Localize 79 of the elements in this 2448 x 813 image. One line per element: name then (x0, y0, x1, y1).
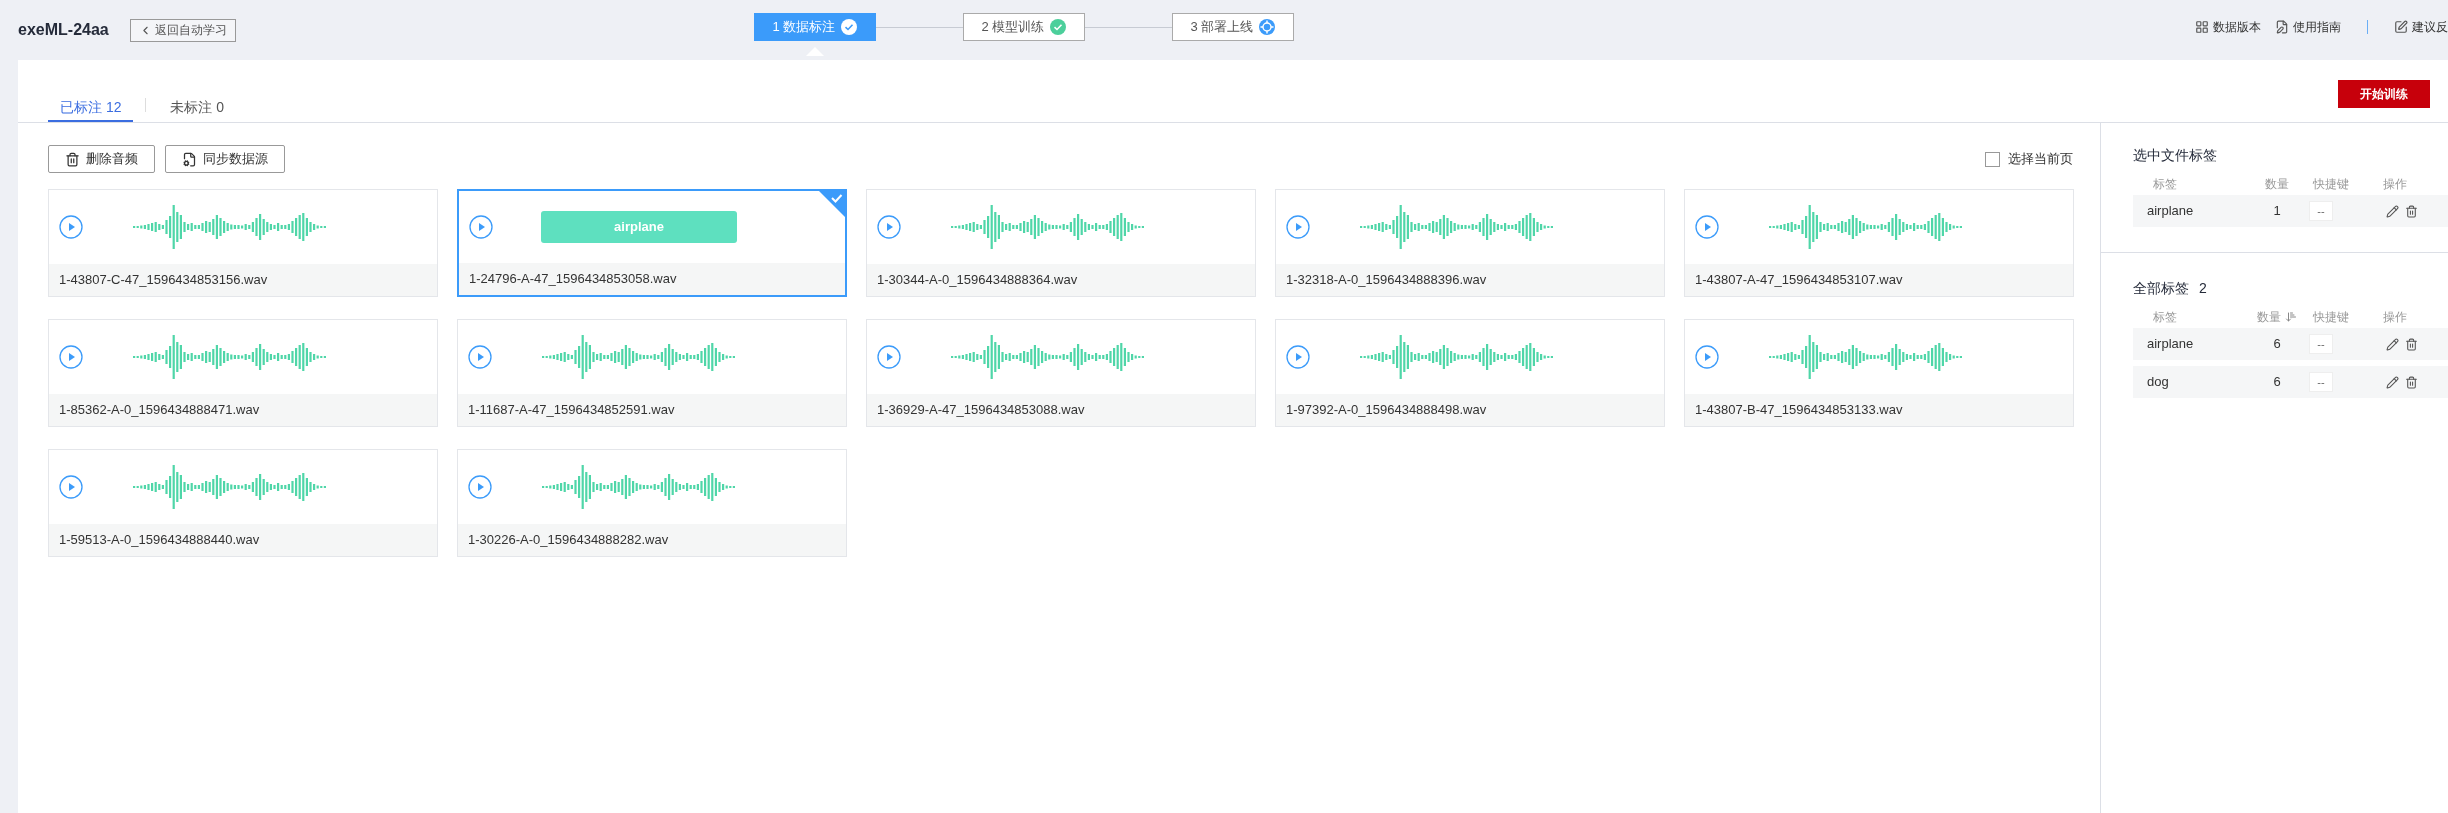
project-title: exeML-24aa (18, 20, 110, 40)
audio-card[interactable]: 1-30226-A-0_1596434888282.wav (457, 449, 847, 557)
play-icon[interactable] (469, 215, 493, 239)
label-quantity: 6 (2273, 335, 2281, 354)
play-icon[interactable] (877, 345, 901, 369)
shortcut-field[interactable]: -- (2309, 372, 2333, 392)
label-quantity: 6 (2273, 373, 2281, 392)
step-tab[interactable]: 2 模型训练 (963, 13, 1085, 41)
file-name: 1-97392-A-0_1596434888498.wav (1286, 401, 1487, 420)
edit-icon (2394, 20, 2408, 34)
audio-card[interactable]: airplane 1-24796-A-47_1596434853058.wav (457, 189, 847, 297)
play-icon[interactable] (59, 345, 83, 369)
audio-card[interactable]: 1-43807-A-47_1596434853107.wav (1684, 189, 2074, 297)
grid-icon (2195, 20, 2209, 34)
audio-card[interactable]: 1-59513-A-0_1596434888440.wav (48, 449, 438, 557)
play-icon[interactable] (468, 345, 492, 369)
play-icon[interactable] (1286, 215, 1310, 239)
selected-corner-icon (819, 191, 845, 217)
sort-icon[interactable] (2285, 311, 2297, 323)
label-count: 2 (2199, 279, 2207, 298)
checkbox[interactable] (1985, 151, 2000, 167)
play-icon[interactable] (59, 475, 83, 499)
check-icon (841, 19, 858, 35)
checkbox-label: 选择当前页 (2008, 150, 2073, 169)
delete-icon[interactable] (2405, 337, 2418, 351)
check-icon (1050, 19, 1067, 35)
target-icon (1259, 19, 1276, 35)
toolbar-button[interactable]: 删除音频 (48, 145, 155, 173)
file-name: 1-36929-A-47_1596434853088.wav (877, 401, 1085, 420)
shortcut-field[interactable]: -- (2309, 334, 2333, 354)
file-name: 1-43807-A-47_1596434853107.wav (1695, 271, 1903, 290)
play-icon[interactable] (468, 475, 492, 499)
label-tag: airplane (541, 211, 737, 243)
section-title: 选中文件标签 (2133, 146, 2217, 165)
edit-icon[interactable] (2386, 204, 2399, 218)
file-name: 1-43807-C-47_1596434853156.wav (59, 271, 268, 290)
delete-icon[interactable] (2405, 204, 2418, 218)
toolbar-button[interactable]: 同步数据源 (165, 145, 285, 173)
back-button[interactable]: 返回自动学习 (130, 18, 236, 42)
audio-card[interactable]: 1-32318-A-0_1596434888396.wav (1275, 189, 1665, 297)
label-name: airplane (2146, 202, 2194, 221)
header-link[interactable]: 数据版本 (2195, 18, 2261, 36)
file-name: 1-59513-A-0_1596434888440.wav (59, 531, 260, 550)
document-edit-icon (2275, 20, 2289, 34)
audio-card[interactable]: 1-30344-A-0_1596434888364.wav (866, 189, 1256, 297)
play-icon[interactable] (1695, 215, 1719, 239)
label-name: airplane (2146, 335, 2194, 354)
play-icon[interactable] (1695, 345, 1719, 369)
file-name: 1-85362-A-0_1596434888471.wav (59, 401, 260, 420)
play-icon[interactable] (59, 215, 83, 239)
edit-icon[interactable] (2386, 337, 2399, 351)
play-icon[interactable] (1286, 345, 1310, 369)
file-name: 1-11687-A-47_1596434852591.wav (468, 401, 675, 420)
section-title: 全部标签 (2133, 279, 2189, 298)
label-quantity: 1 (2273, 202, 2281, 221)
file-name: 1-43807-B-47_1596434853133.wav (1695, 401, 1903, 420)
trash-icon (65, 151, 80, 167)
tab[interactable]: 未标注 0 (158, 94, 237, 122)
edit-icon[interactable] (2386, 375, 2399, 389)
audio-card[interactable]: 1-11687-A-47_1596434852591.wav (457, 319, 847, 427)
shortcut-field[interactable]: -- (2309, 201, 2333, 221)
header-link[interactable]: 建议反 (2394, 18, 2448, 36)
label-name: dog (2146, 373, 2169, 392)
delete-icon[interactable] (2405, 375, 2418, 389)
header-link[interactable]: 使用指南 (2275, 18, 2341, 36)
document-sync-icon (182, 151, 197, 167)
file-name: 1-30226-A-0_1596434888282.wav (468, 531, 669, 550)
play-icon[interactable] (877, 215, 901, 239)
audio-card[interactable]: 1-97392-A-0_1596434888498.wav (1275, 319, 1665, 427)
tab[interactable]: 已标注 12 (48, 94, 134, 122)
file-name: 1-32318-A-0_1596434888396.wav (1286, 271, 1487, 290)
start-training-button[interactable]: 开始训练 (2338, 80, 2430, 108)
file-name: 1-24796-A-47_1596434853058.wav (469, 270, 677, 289)
audio-card[interactable]: 1-43807-C-47_1596434853156.wav (48, 189, 438, 297)
file-name: 1-30344-A-0_1596434888364.wav (877, 271, 1078, 290)
audio-card[interactable]: 1-43807-B-47_1596434853133.wav (1684, 319, 2074, 427)
audio-card[interactable]: 1-36929-A-47_1596434853088.wav (866, 319, 1256, 427)
step-tab[interactable]: 3 部署上线 (1172, 13, 1294, 41)
audio-card[interactable]: 1-85362-A-0_1596434888471.wav (48, 319, 438, 427)
